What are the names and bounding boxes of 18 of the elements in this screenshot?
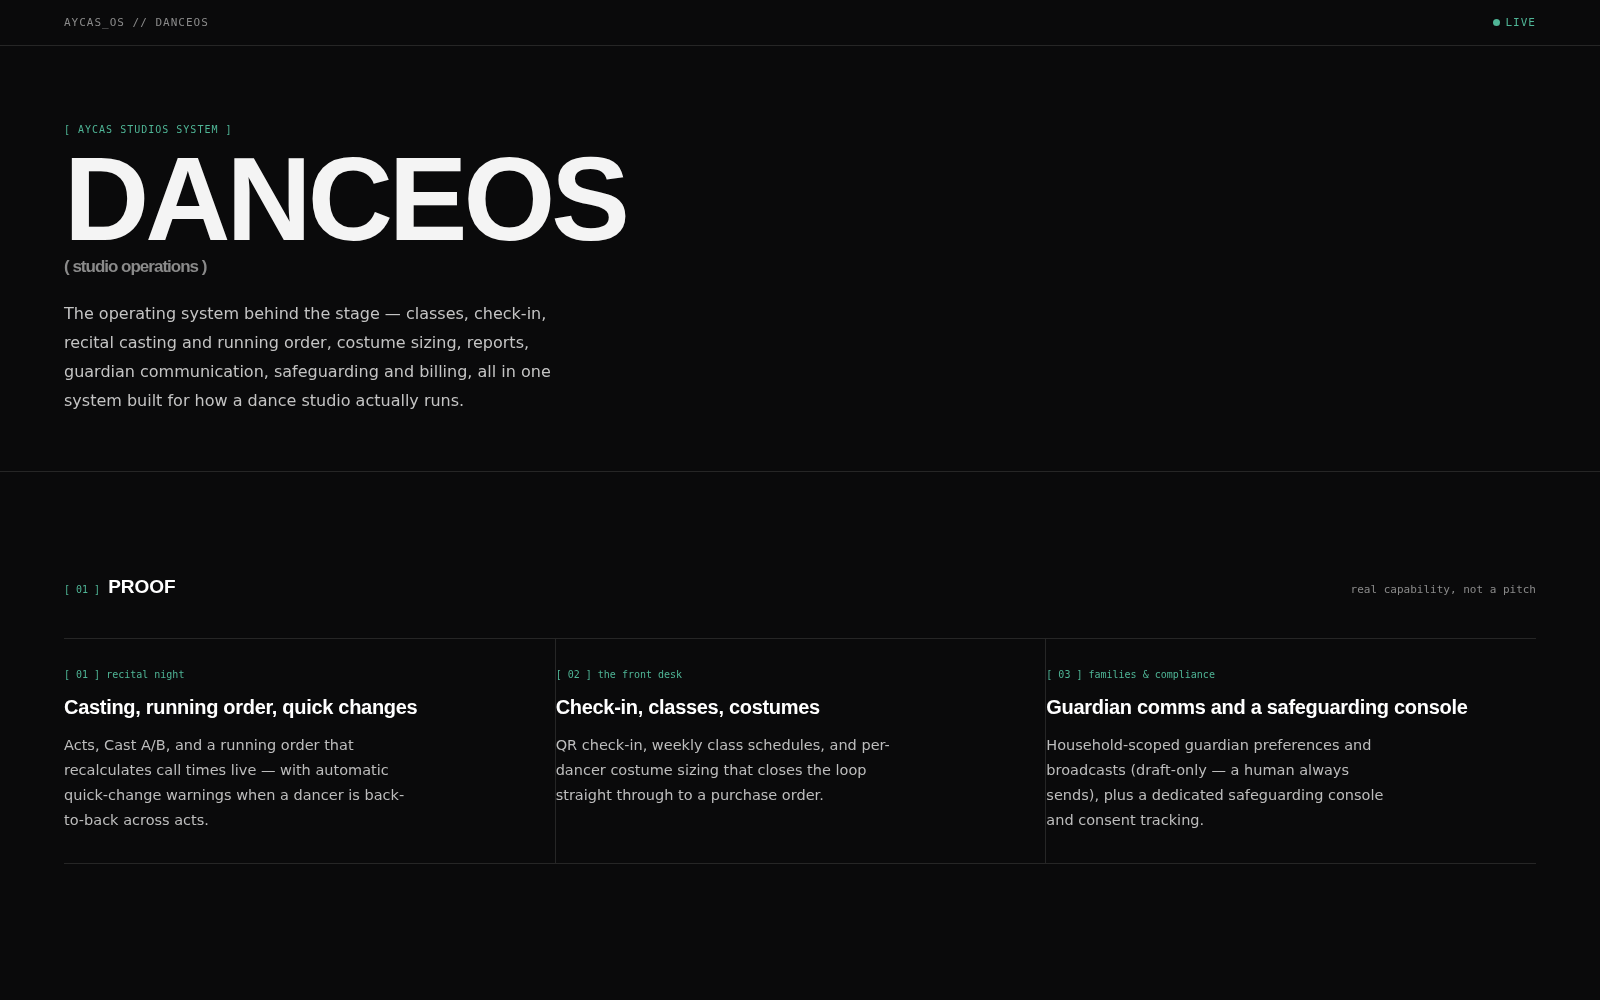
card-description: Household-scoped guardian preferences and broadcasts (draft-only — a human always sends), plus a dedicated safeguarding console and consent tracking. (1046, 736, 1385, 830)
section-title: PROOF (108, 576, 176, 598)
hero-subtitle: ( studio operations ) (64, 257, 207, 277)
status-label: LIVE (1505, 16, 1536, 29)
card-title: Casting, running order, quick changes (64, 696, 418, 719)
card-description: Acts, Cast A/B, and a running order that recalculates call times live — with automatic quick-change warnings when a dancer is back-to-back across acts. (64, 736, 406, 830)
breadcrumb: AYCAS_OS // DANCEOS (64, 16, 209, 29)
card-title: Guardian comms and a safeguarding console (1046, 696, 1468, 719)
card-tag: [ 01 ] recital night (64, 669, 185, 680)
card-description: QR check-in, weekly class schedules, and per-dancer costume sizing that closes the loop straight through to a purchase order. (555, 736, 891, 805)
hero-title: DANCEOS (64, 149, 627, 249)
eyebrow-label: [ AYCAS STUDIOS SYSTEM ] (64, 124, 233, 135)
section-note: real capability, not a pitch (1350, 583, 1536, 596)
card-tag: [ 03 ] families & compliance (1046, 669, 1215, 680)
section-index: [ 01 ] (64, 584, 101, 595)
hero-description: The operating system behind the stage — classes, check-in, recital casting and running order, costume sizing, reports, guardian communication, safeguarding and billing, all in one system built for how a dance studio actually runs. (64, 303, 552, 412)
card-title: Check-in, classes, costumes (555, 696, 820, 719)
card-tag: [ 02 ] the front desk (555, 669, 683, 680)
